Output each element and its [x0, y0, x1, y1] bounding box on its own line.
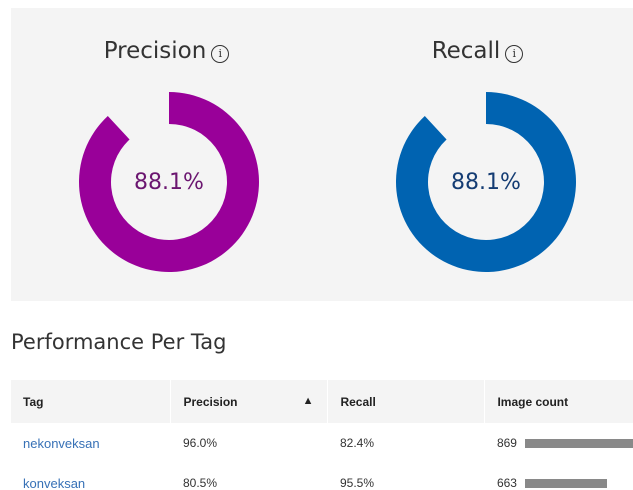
recall-metric: Recall i 88.1% — [322, 8, 633, 301]
column-header-tag[interactable]: Tag — [11, 380, 172, 423]
table-row[interactable]: konveksan 80.5% 95.5% 663 — [11, 463, 633, 490]
metrics-panel: Precision i 88.1% Recall i 88.1% — [11, 8, 633, 301]
image-count-value: 663 — [496, 476, 517, 490]
precision-title-label: Precision — [103, 38, 207, 64]
recall-title-label: Recall — [431, 38, 501, 64]
recall-info-icon[interactable]: i — [505, 44, 524, 63]
column-header-recall[interactable]: Recall — [327, 380, 486, 423]
recall-title: Recall i — [322, 38, 633, 64]
tag-performance-table: Tag Precision ▲ Recall Image count nekon… — [11, 380, 633, 490]
precision-title: Precision i — [11, 38, 322, 64]
tag-name-link[interactable]: nekonveksan — [11, 423, 171, 463]
column-header-image-count[interactable]: Image count — [484, 380, 633, 423]
image-count-bar — [524, 438, 633, 448]
tag-image-count: 869 — [485, 423, 633, 463]
tag-recall: 82.4% — [339, 436, 374, 450]
tag-precision: 96.0% — [182, 436, 218, 450]
column-header-precision[interactable]: Precision ▲ — [170, 380, 329, 423]
sort-ascending-icon[interactable]: ▲ — [303, 395, 314, 407]
tag-recall: 95.5% — [339, 476, 374, 490]
tag-name-link[interactable]: konveksan — [11, 463, 171, 490]
precision-info-icon[interactable]: i — [211, 44, 230, 63]
tag-precision: 80.5% — [182, 476, 218, 490]
performance-per-tag-title: Performance Per Tag — [11, 330, 227, 354]
table-row[interactable]: nekonveksan 96.0% 82.4% 869 — [11, 423, 633, 463]
recall-donut-chart: 88.1% — [395, 92, 576, 272]
recall-value: 88.1% — [451, 169, 521, 195]
table-header-row: Tag Precision ▲ Recall Image count — [11, 380, 633, 423]
precision-value: 88.1% — [134, 169, 204, 195]
tag-image-count: 663 — [485, 463, 633, 490]
precision-donut-chart: 88.1% — [78, 92, 259, 272]
image-count-value: 869 — [496, 436, 517, 450]
image-count-bar — [524, 478, 607, 488]
precision-metric: Precision i 88.1% — [11, 8, 322, 301]
